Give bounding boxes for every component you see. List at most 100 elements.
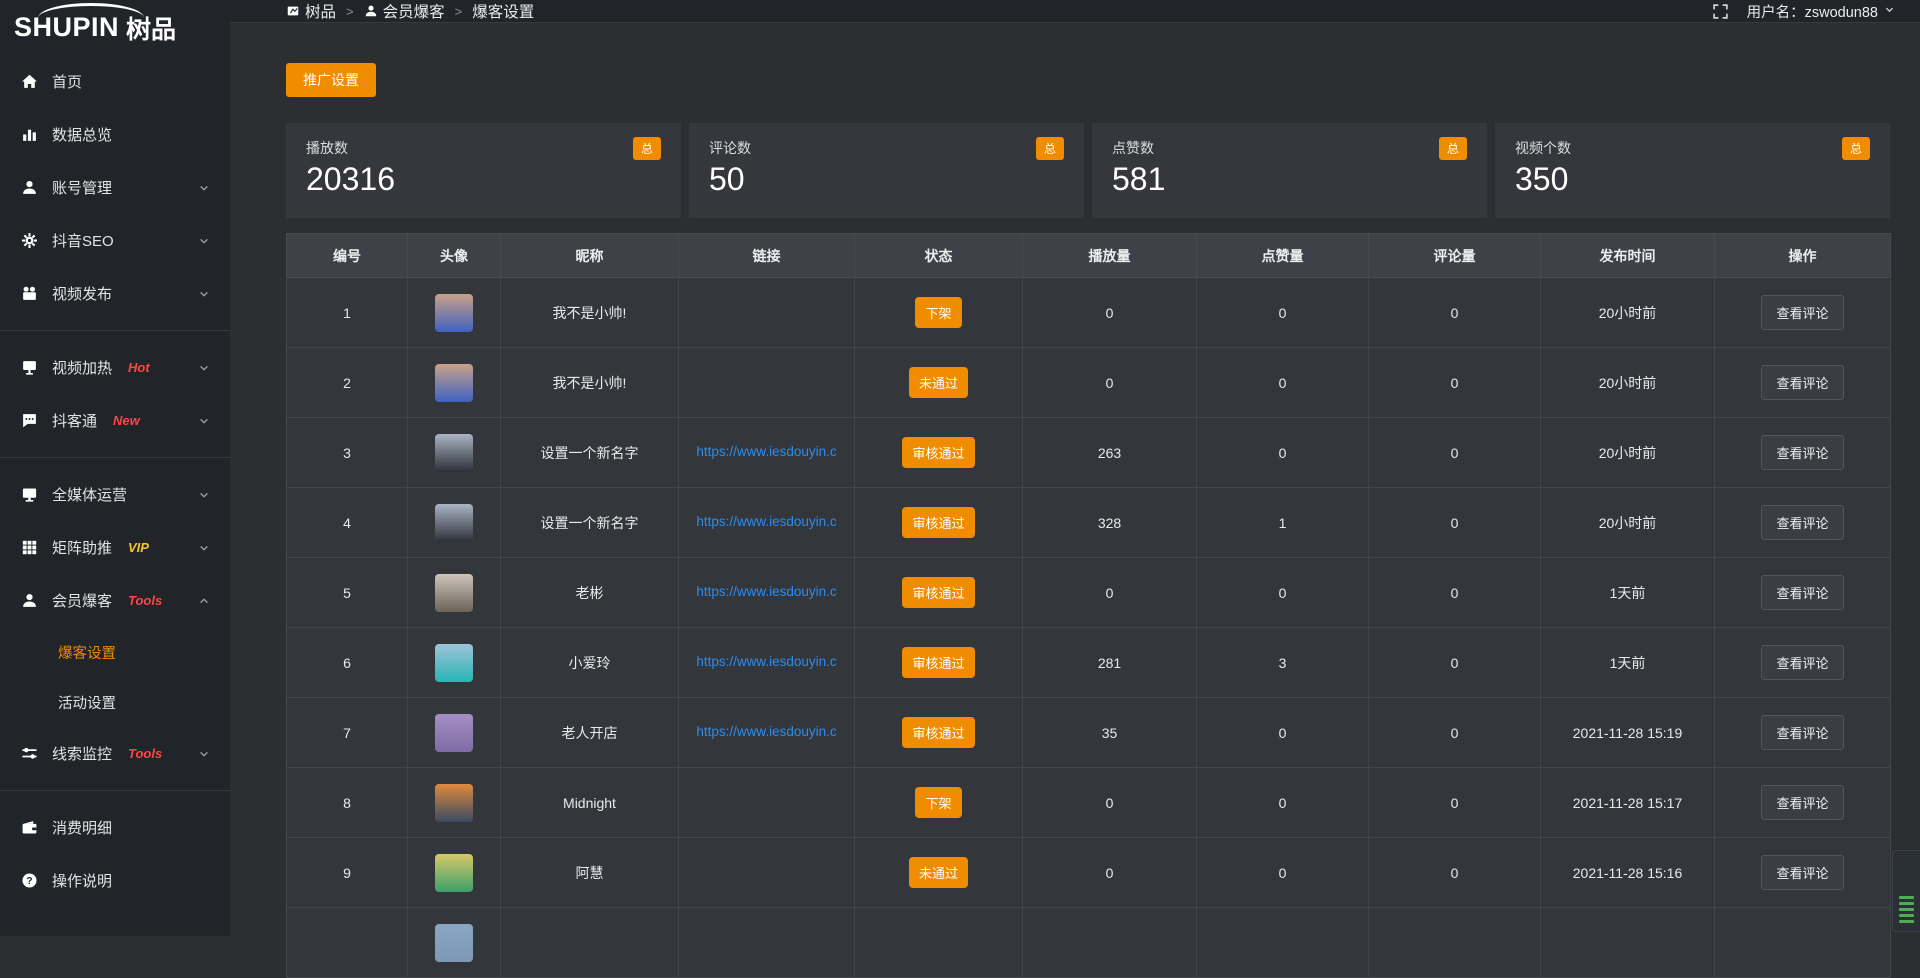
breadcrumb-label: 会员爆客 (383, 0, 445, 22)
cell-nickname: Midnight (501, 768, 679, 838)
view-comments-button[interactable]: 查看评论 (1761, 365, 1843, 400)
status-badge[interactable]: 审核通过 (902, 437, 974, 468)
cell-time (1541, 908, 1715, 978)
view-comments-button[interactable]: 查看评论 (1761, 785, 1843, 820)
sidebar-item-video-heat[interactable]: 视频加热Hot (0, 341, 230, 394)
view-comments-button[interactable]: 查看评论 (1761, 645, 1843, 680)
sidebar-item-media-operation[interactable]: 全媒体运营 (0, 468, 230, 521)
cell-comments: 0 (1369, 488, 1541, 558)
cell-link (679, 838, 855, 908)
breadcrumb-item-baoke-settings[interactable]: 爆客设置 (472, 0, 534, 22)
cell-plays: 0 (1023, 348, 1197, 418)
stat-card: 评论数50总 (689, 123, 1084, 218)
cell-status: 审核通过 (855, 418, 1023, 488)
cell-link: https://www.iesdouyin.c (679, 558, 855, 628)
column-header: 发布时间 (1541, 234, 1715, 278)
cell-time: 20小时前 (1541, 418, 1715, 488)
fullscreen-icon[interactable] (1712, 3, 1729, 20)
sidebar-item-account-manage[interactable]: 账号管理 (0, 161, 230, 214)
profile-link[interactable]: https://www.iesdouyin.c (696, 724, 836, 739)
cell-plays: 35 (1023, 698, 1197, 768)
cell-nickname (501, 908, 679, 978)
cell-avatar (408, 908, 501, 978)
cell-likes: 1 (1197, 488, 1369, 558)
cell-avatar (408, 558, 501, 628)
gear-icon (20, 232, 38, 250)
breadcrumb-label: 爆客设置 (472, 0, 534, 22)
avatar (435, 784, 473, 822)
view-comments-button[interactable]: 查看评论 (1761, 295, 1843, 330)
avatar (435, 364, 473, 402)
cell-action: 查看评论 (1715, 488, 1891, 558)
sidebar-item-consume-detail[interactable]: 消费明细 (0, 801, 230, 854)
widget-bar (1899, 914, 1914, 917)
profile-link[interactable]: https://www.iesdouyin.c (696, 654, 836, 669)
grid-icon (20, 539, 38, 557)
breadcrumb-item-member-baoke[interactable]: 会员爆客 (364, 0, 445, 22)
cell-nickname: 小爱玲 (501, 628, 679, 698)
sidebar-item-video-publish[interactable]: 视频发布 (0, 267, 230, 320)
cell-status: 下架 (855, 768, 1023, 838)
status-badge[interactable]: 未通过 (909, 367, 968, 398)
status-badge[interactable]: 审核通过 (902, 507, 974, 538)
sidebar-item-home[interactable]: 首页 (0, 55, 230, 108)
sidebar-item-data-overview[interactable]: 数据总览 (0, 108, 230, 161)
floating-widget[interactable] (1892, 850, 1920, 932)
cell-status: 审核通过 (855, 558, 1023, 628)
view-comments-button[interactable]: 查看评论 (1761, 435, 1843, 470)
status-badge[interactable]: 审核通过 (902, 717, 974, 748)
status-badge[interactable]: 未通过 (909, 857, 968, 888)
home-icon (20, 73, 38, 91)
sidebar-item-douyin-seo[interactable]: 抖音SEO (0, 214, 230, 267)
chevron-down-icon (198, 415, 210, 427)
column-header: 点赞量 (1197, 234, 1369, 278)
cell-link (679, 768, 855, 838)
sidebar-subitem-activity-settings[interactable]: 活动设置 (0, 677, 230, 727)
promo-settings-button[interactable]: 推广设置 (286, 63, 376, 97)
table-row: 2我不是小帅!未通过00020小时前查看评论 (287, 348, 1891, 418)
cell-action: 查看评论 (1715, 348, 1891, 418)
status-badge[interactable]: 审核通过 (902, 647, 974, 678)
view-comments-button[interactable]: 查看评论 (1761, 715, 1843, 750)
view-comments-button[interactable]: 查看评论 (1761, 855, 1843, 890)
sidebar-item-label: 视频发布 (52, 283, 112, 304)
chevron-down-icon (198, 489, 210, 501)
sidebar-item-clue-monitor[interactable]: 线索监控Tools (0, 727, 230, 780)
cell-likes: 0 (1197, 838, 1369, 908)
cell-plays: 0 (1023, 838, 1197, 908)
status-badge[interactable]: 审核通过 (902, 577, 974, 608)
cell-link: https://www.iesdouyin.c (679, 698, 855, 768)
username-menu[interactable]: 用户名：zswodun88 (1747, 1, 1895, 22)
profile-link[interactable]: https://www.iesdouyin.c (696, 514, 836, 529)
sidebar-subitem-baoke-settings[interactable]: 爆客设置 (0, 627, 230, 677)
profile-link[interactable]: https://www.iesdouyin.c (696, 444, 836, 459)
sidebar-item-label: 会员爆客 (52, 590, 112, 611)
sidebar-divider (0, 457, 230, 458)
status-badge[interactable]: 下架 (915, 297, 961, 328)
cell-id: 5 (287, 558, 408, 628)
cell-plays: 263 (1023, 418, 1197, 488)
breadcrumb-separator: > (455, 4, 463, 19)
cell-likes: 0 (1197, 418, 1369, 488)
sidebar-item-matrix-boost[interactable]: 矩阵助推VIP (0, 521, 230, 574)
sidebar-item-label: 全媒体运营 (52, 484, 127, 505)
cell-comments: 0 (1369, 698, 1541, 768)
view-comments-button[interactable]: 查看评论 (1761, 505, 1843, 540)
sidebar-item-douketong[interactable]: 抖客通New (0, 394, 230, 447)
sliders-icon (20, 745, 38, 763)
stat-cards: 播放数20316总评论数50总点赞数581总视频个数350总 (286, 123, 1890, 218)
sidebar-item-member-baoke[interactable]: 会员爆客Tools (0, 574, 230, 627)
svg-text:?: ? (26, 876, 32, 887)
cell-comments: 0 (1369, 348, 1541, 418)
status-badge[interactable]: 下架 (915, 787, 961, 818)
view-comments-button[interactable]: 查看评论 (1761, 575, 1843, 610)
cell-likes: 0 (1197, 278, 1369, 348)
logo[interactable]: SHUPIN 树品 (0, 0, 230, 55)
breadcrumb-item-shupin[interactable]: 树品 (286, 0, 336, 22)
profile-link[interactable]: https://www.iesdouyin.c (696, 584, 836, 599)
sidebar-item-label: 账号管理 (52, 177, 112, 198)
table-row: 3设置一个新名字https://www.iesdouyin.c审核通过26300… (287, 418, 1891, 488)
cell-action (1715, 908, 1891, 978)
sidebar-item-operation-guide[interactable]: ?操作说明 (0, 854, 230, 907)
cell-link: https://www.iesdouyin.c (679, 488, 855, 558)
